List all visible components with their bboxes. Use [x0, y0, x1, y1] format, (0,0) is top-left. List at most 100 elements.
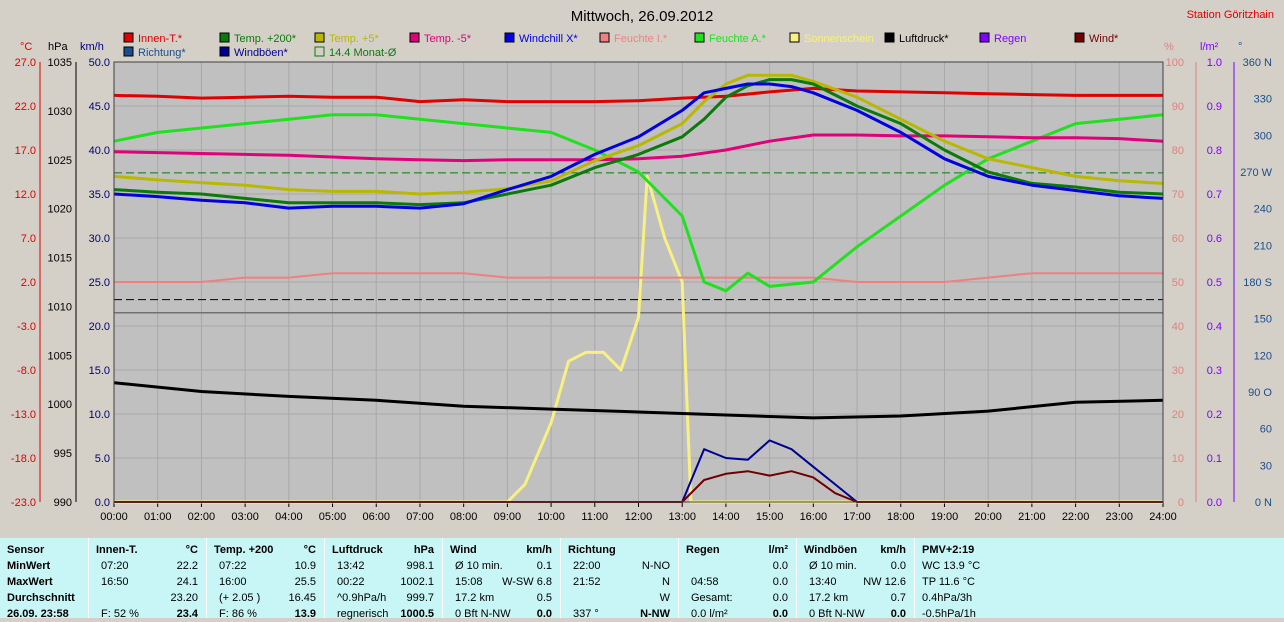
table-cell: Durchschnitt [7, 592, 75, 604]
table-row: WC 13.9 °C [915, 558, 1284, 574]
legend-label: Regen [994, 33, 1026, 45]
x-tick-label: 09:00 [494, 511, 522, 523]
legend-label: Feuchte I.* [614, 33, 668, 45]
table-value: 998.1 [406, 560, 434, 572]
table-unit: °C [185, 544, 198, 556]
table-value: 1002.1 [400, 576, 434, 588]
station-label: Station Göritzhain [1187, 9, 1274, 21]
table-row: 13:40 NW 12.6 [797, 574, 914, 590]
table-cell: ^0.9hPa/h [337, 592, 387, 604]
table-row: 07:20 22.2 [89, 558, 206, 574]
table-value: 0.1 [536, 560, 552, 572]
celsius-tick-label: 7.0 [21, 233, 36, 245]
hpa-tick-label: 1030 [48, 106, 72, 118]
x-tick-label: 14:00 [712, 511, 740, 523]
x-tick-label: 06:00 [362, 511, 390, 523]
x-tick-label: 22:00 [1062, 511, 1090, 523]
table-value: 0.5 [536, 592, 552, 604]
direction-tick-label: 270 W [1240, 167, 1272, 179]
percent-tick-label: 0 [1178, 497, 1184, 509]
lm2-tick-label: 0.2 [1207, 409, 1222, 421]
legend-label: Richtung* [138, 47, 186, 59]
celsius-tick-label: 12.0 [15, 189, 36, 201]
table-column: Richtung 22:00 N-NO 21:52 N W 337 ° N-NW [560, 538, 678, 620]
kmh-tick-label: 15.0 [89, 365, 110, 377]
table-row: MinWert [0, 558, 88, 574]
hpa-axis-header: hPa [48, 41, 68, 53]
lm2-tick-label: 0.0 [1207, 497, 1222, 509]
table-value: W [659, 592, 670, 604]
table-cell: regnerisch [337, 608, 389, 620]
table-cell: 16:00 [219, 576, 247, 588]
table-value: 22.2 [176, 560, 198, 572]
direction-tick-label: 60 [1260, 424, 1272, 436]
table-value: 0.0 [890, 560, 906, 572]
table-row: W [561, 590, 678, 606]
x-tick-label: 08:00 [450, 511, 478, 523]
legend-swatch [123, 46, 134, 57]
left-axes: 27.0 22.0 17.0 12.0 7.0 2.0 -3.0 -8.0 -13.0 -18.0… [11, 57, 110, 509]
lm2-tick-label: 0.6 [1207, 233, 1222, 245]
table-cell: 00:22 [337, 576, 365, 588]
table-unit: km/h [880, 544, 906, 556]
table-cell: 17.2 km [455, 592, 495, 604]
percent-tick-label: 20 [1172, 409, 1184, 421]
table-cell: 04:58 [691, 576, 719, 588]
percent-tick-label: 40 [1172, 321, 1184, 333]
table-unit: l/m² [768, 544, 788, 556]
lm2-tick-label: 0.5 [1207, 277, 1222, 289]
table-row: -0.5hPa/1h [915, 606, 1284, 622]
legend-swatch [314, 46, 325, 57]
table-header: Luftdruck [332, 544, 383, 556]
legend-label: Wind* [1089, 33, 1119, 45]
x-tick-label: 11:00 [581, 511, 608, 523]
table-cell: Ø 10 min. [455, 560, 503, 572]
legend-swatch [884, 32, 895, 43]
celsius-tick-label: 22.0 [15, 101, 36, 113]
table-header: Richtung [568, 544, 616, 556]
percent-tick-label: 10 [1172, 453, 1184, 465]
direction-tick-label: 0 N [1255, 497, 1272, 509]
table-unit: °C [303, 544, 316, 556]
table-value: 10.9 [294, 560, 316, 572]
celsius-tick-label: 2.0 [21, 277, 36, 289]
legend-swatch [979, 32, 990, 43]
table-value: 24.1 [176, 576, 198, 588]
table-column: PMV+2:19 WC 13.9 °C TP 11.6 °C 0.4hPa/3h -0.… [914, 538, 1284, 620]
percent-tick-label: 100 [1166, 57, 1184, 69]
legend-swatch [1074, 32, 1085, 43]
table-value: 25.5 [294, 576, 316, 588]
table-value: 0.0 [772, 592, 788, 604]
legend-swatch [789, 32, 800, 43]
x-tick-label: 24:00 [1149, 511, 1177, 523]
table-row: 13:42 998.1 [325, 558, 442, 574]
table-cell: F: 52 % [101, 608, 139, 620]
x-tick-label: 05:00 [319, 511, 347, 523]
kmh-tick-label: 45.0 [89, 101, 110, 113]
table-row: Durchschnitt [0, 590, 88, 606]
lm2-tick-label: 0.7 [1207, 189, 1222, 201]
table-row: 0 Bft N-NW 0.0 [443, 606, 560, 622]
lm2-tick-label: 0.8 [1207, 145, 1222, 157]
table-cell: 0.4hPa/3h [922, 592, 973, 604]
kmh-tick-label: 40.0 [89, 145, 110, 157]
kmh-tick-label: 0.0 [95, 497, 110, 509]
x-tick-label: 17:00 [843, 511, 871, 523]
table-cell: 17.2 km [809, 592, 849, 604]
hpa-tick-label: 1020 [48, 204, 72, 216]
table-row: regnerisch 1000.5 [325, 606, 442, 622]
legend-label: Temp. -5* [424, 33, 472, 45]
table-row: 16:50 24.1 [89, 574, 206, 590]
table-cell: 13:40 [809, 576, 837, 588]
kmh-tick-label: 20.0 [89, 321, 110, 333]
table-cell: 13:42 [337, 560, 365, 572]
kmh-tick-label: 10.0 [89, 409, 110, 421]
kmh-axis-header: km/h [80, 41, 104, 53]
lm2-tick-label: 1.0 [1207, 57, 1222, 69]
table-header: Wind [450, 544, 477, 556]
celsius-axis-header: °C [20, 41, 32, 53]
table-row: 0.0 [679, 558, 796, 574]
direction-tick-label: 90 O [1248, 387, 1272, 399]
table-row: 07:22 10.9 [207, 558, 324, 574]
direction-tick-label: 120 [1254, 350, 1272, 362]
